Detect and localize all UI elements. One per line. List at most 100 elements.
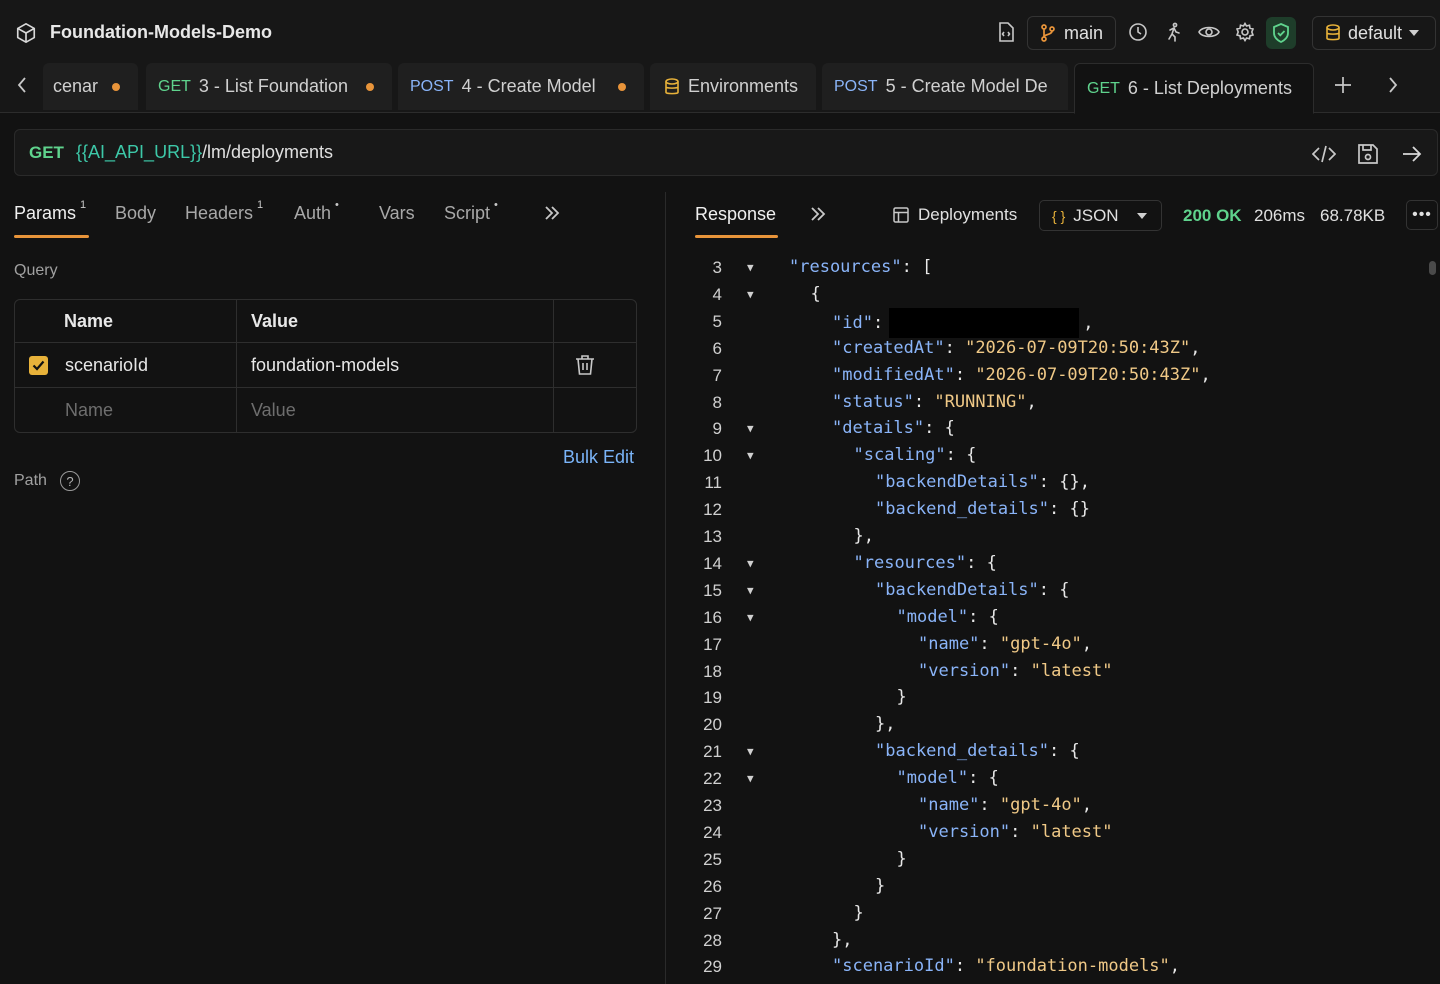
request-method[interactable]: GET [29,143,64,163]
response-more-chevron-icon[interactable] [810,205,826,226]
path-section-label: Path [14,472,47,489]
branch-button[interactable]: main [1027,16,1116,50]
tab-headers[interactable]: Headers 1 [185,199,263,224]
new-param-value-input[interactable]: Value [251,388,296,432]
runner-icon[interactable] [1161,20,1185,44]
send-arrow-icon[interactable] [1399,141,1425,167]
tab-scenarios[interactable]: cenar [43,63,138,110]
response-view-selector[interactable]: Deployments [893,205,1017,225]
environment-name: default [1348,22,1403,43]
code-line: 15 ▼ "backendDetails": { [680,577,1425,604]
help-icon[interactable]: ? [60,471,80,491]
json-punctuation: }, [853,526,874,546]
fold-toggle-icon[interactable]: ▼ [747,738,754,765]
tab-body[interactable]: Body [115,203,156,224]
param-value-input[interactable]: foundation-models [251,343,399,387]
fold-toggle-icon[interactable]: ▼ [747,550,754,577]
tab-params[interactable]: Params 1 [14,199,86,224]
line-number: 23 [703,796,722,815]
code-line: 24 "version": "latest" [680,819,1425,846]
json-key: "details" [832,418,925,439]
url-bar[interactable]: GET {{AI_API_URL}} /lm/deployments [14,129,1438,176]
tabs-scroll-left-icon[interactable] [11,74,33,96]
response-format-selector[interactable]: { } JSON [1039,200,1162,231]
response-time: 206ms [1254,206,1306,225]
code-text: "backendDetails": {}, [875,469,1090,496]
json-punctuation: : { [968,606,999,627]
json-punctuation: , [1081,795,1093,815]
json-key: "scenarioId" [832,956,955,977]
tab-create-model[interactable]: POST 4 - Create Model [398,63,644,110]
history-icon[interactable] [1126,20,1150,44]
json-key: "resources" [789,257,902,277]
code-snippet-icon[interactable] [1311,141,1337,167]
fold-toggle-icon[interactable]: ▼ [747,765,754,792]
line-number: 24 [703,822,722,842]
code-text: "scaling": { [854,442,977,469]
param-enabled-checkbox[interactable] [29,356,48,375]
line-number: 10 [703,446,722,466]
json-punctuation: : {} [1049,499,1090,520]
fold-toggle-icon[interactable]: ▼ [747,254,754,281]
url-variable: {{AI_API_URL}} [76,142,203,162]
trash-icon[interactable] [575,343,595,387]
code-line: 17 "name": "gpt-4o", [680,631,1425,658]
code-text: "backend_details": {} [875,496,1090,523]
pane-divider[interactable] [665,192,666,984]
json-punctuation: : [872,312,884,333]
json-key: "backendDetails" [875,472,1039,493]
code-text: } [897,846,907,873]
security-shield-button[interactable] [1266,17,1296,49]
fold-toggle-icon[interactable]: ▼ [747,577,754,604]
line-number: 18 [703,661,722,681]
code-line: 8 "status": "RUNNING", [680,389,1425,416]
json-punctuation: , [1081,633,1093,654]
tab-environments[interactable]: Environments [650,63,816,110]
json-string: "RUNNING" [934,391,1027,412]
tab-list-foundation[interactable]: GET 3 - List Foundation [146,63,392,110]
json-key: "resources" [853,552,967,573]
more-tabs-chevron-icon[interactable] [544,204,560,225]
tab-script[interactable]: Script • [444,199,498,224]
new-tab-plus-icon[interactable] [1332,74,1354,96]
fold-toggle-icon[interactable]: ▼ [747,604,754,631]
save-icon[interactable] [1355,141,1381,167]
bulk-edit-link[interactable]: Bulk Edit [563,447,634,468]
file-code-icon[interactable] [994,20,1018,44]
new-param-name-input[interactable]: Name [65,388,113,432]
tab-create-model-deployment[interactable]: POST 5 - Create Model De [822,63,1068,110]
fold-toggle-icon[interactable]: ▼ [747,281,754,308]
code-line: 20}, [680,711,1425,738]
json-punctuation: : [944,337,966,358]
eye-icon[interactable] [1197,20,1221,44]
code-line: 22 ▼ "model": { [680,765,1425,792]
tabs-scroll-right-icon[interactable] [1382,74,1404,96]
code-text: "scenarioId": "foundation-models", [832,953,1180,980]
line-number: 11 [704,473,722,493]
environment-selector[interactable]: default [1312,16,1436,50]
line-number: 14 [703,553,722,573]
json-punctuation: : { [966,552,997,573]
more-options-icon[interactable]: ••• [1406,200,1438,230]
code-text: "model": { [897,604,999,631]
response-scrollbar[interactable] [1429,261,1436,275]
code-text: "version": "latest" [918,819,1113,846]
query-params-table: Name Value scenarioId foundation-models … [14,299,637,433]
code-line: 27} [680,900,1425,927]
line-number: 7 [712,365,722,385]
line-number: 17 [703,634,722,654]
collection-title: Foundation-Models-Demo [50,22,272,42]
fold-toggle-icon[interactable]: ▼ [747,415,754,442]
tab-response[interactable]: Response [695,204,776,225]
tab-label: 5 - Create Model De [885,76,1048,96]
tab-method: POST [410,77,454,95]
json-punctuation: , [1200,364,1211,385]
fold-toggle-icon[interactable]: ▼ [747,442,754,469]
tab-list-deployments[interactable]: GET 6 - List Deployments [1074,63,1314,114]
tab-vars[interactable]: Vars [379,203,415,224]
tab-auth[interactable]: Auth • [294,199,339,224]
json-key: "model" [896,768,969,789]
status-badge: 200 OK [1183,206,1242,225]
gear-icon[interactable] [1233,20,1257,44]
param-name-input[interactable]: scenarioId [65,343,148,387]
